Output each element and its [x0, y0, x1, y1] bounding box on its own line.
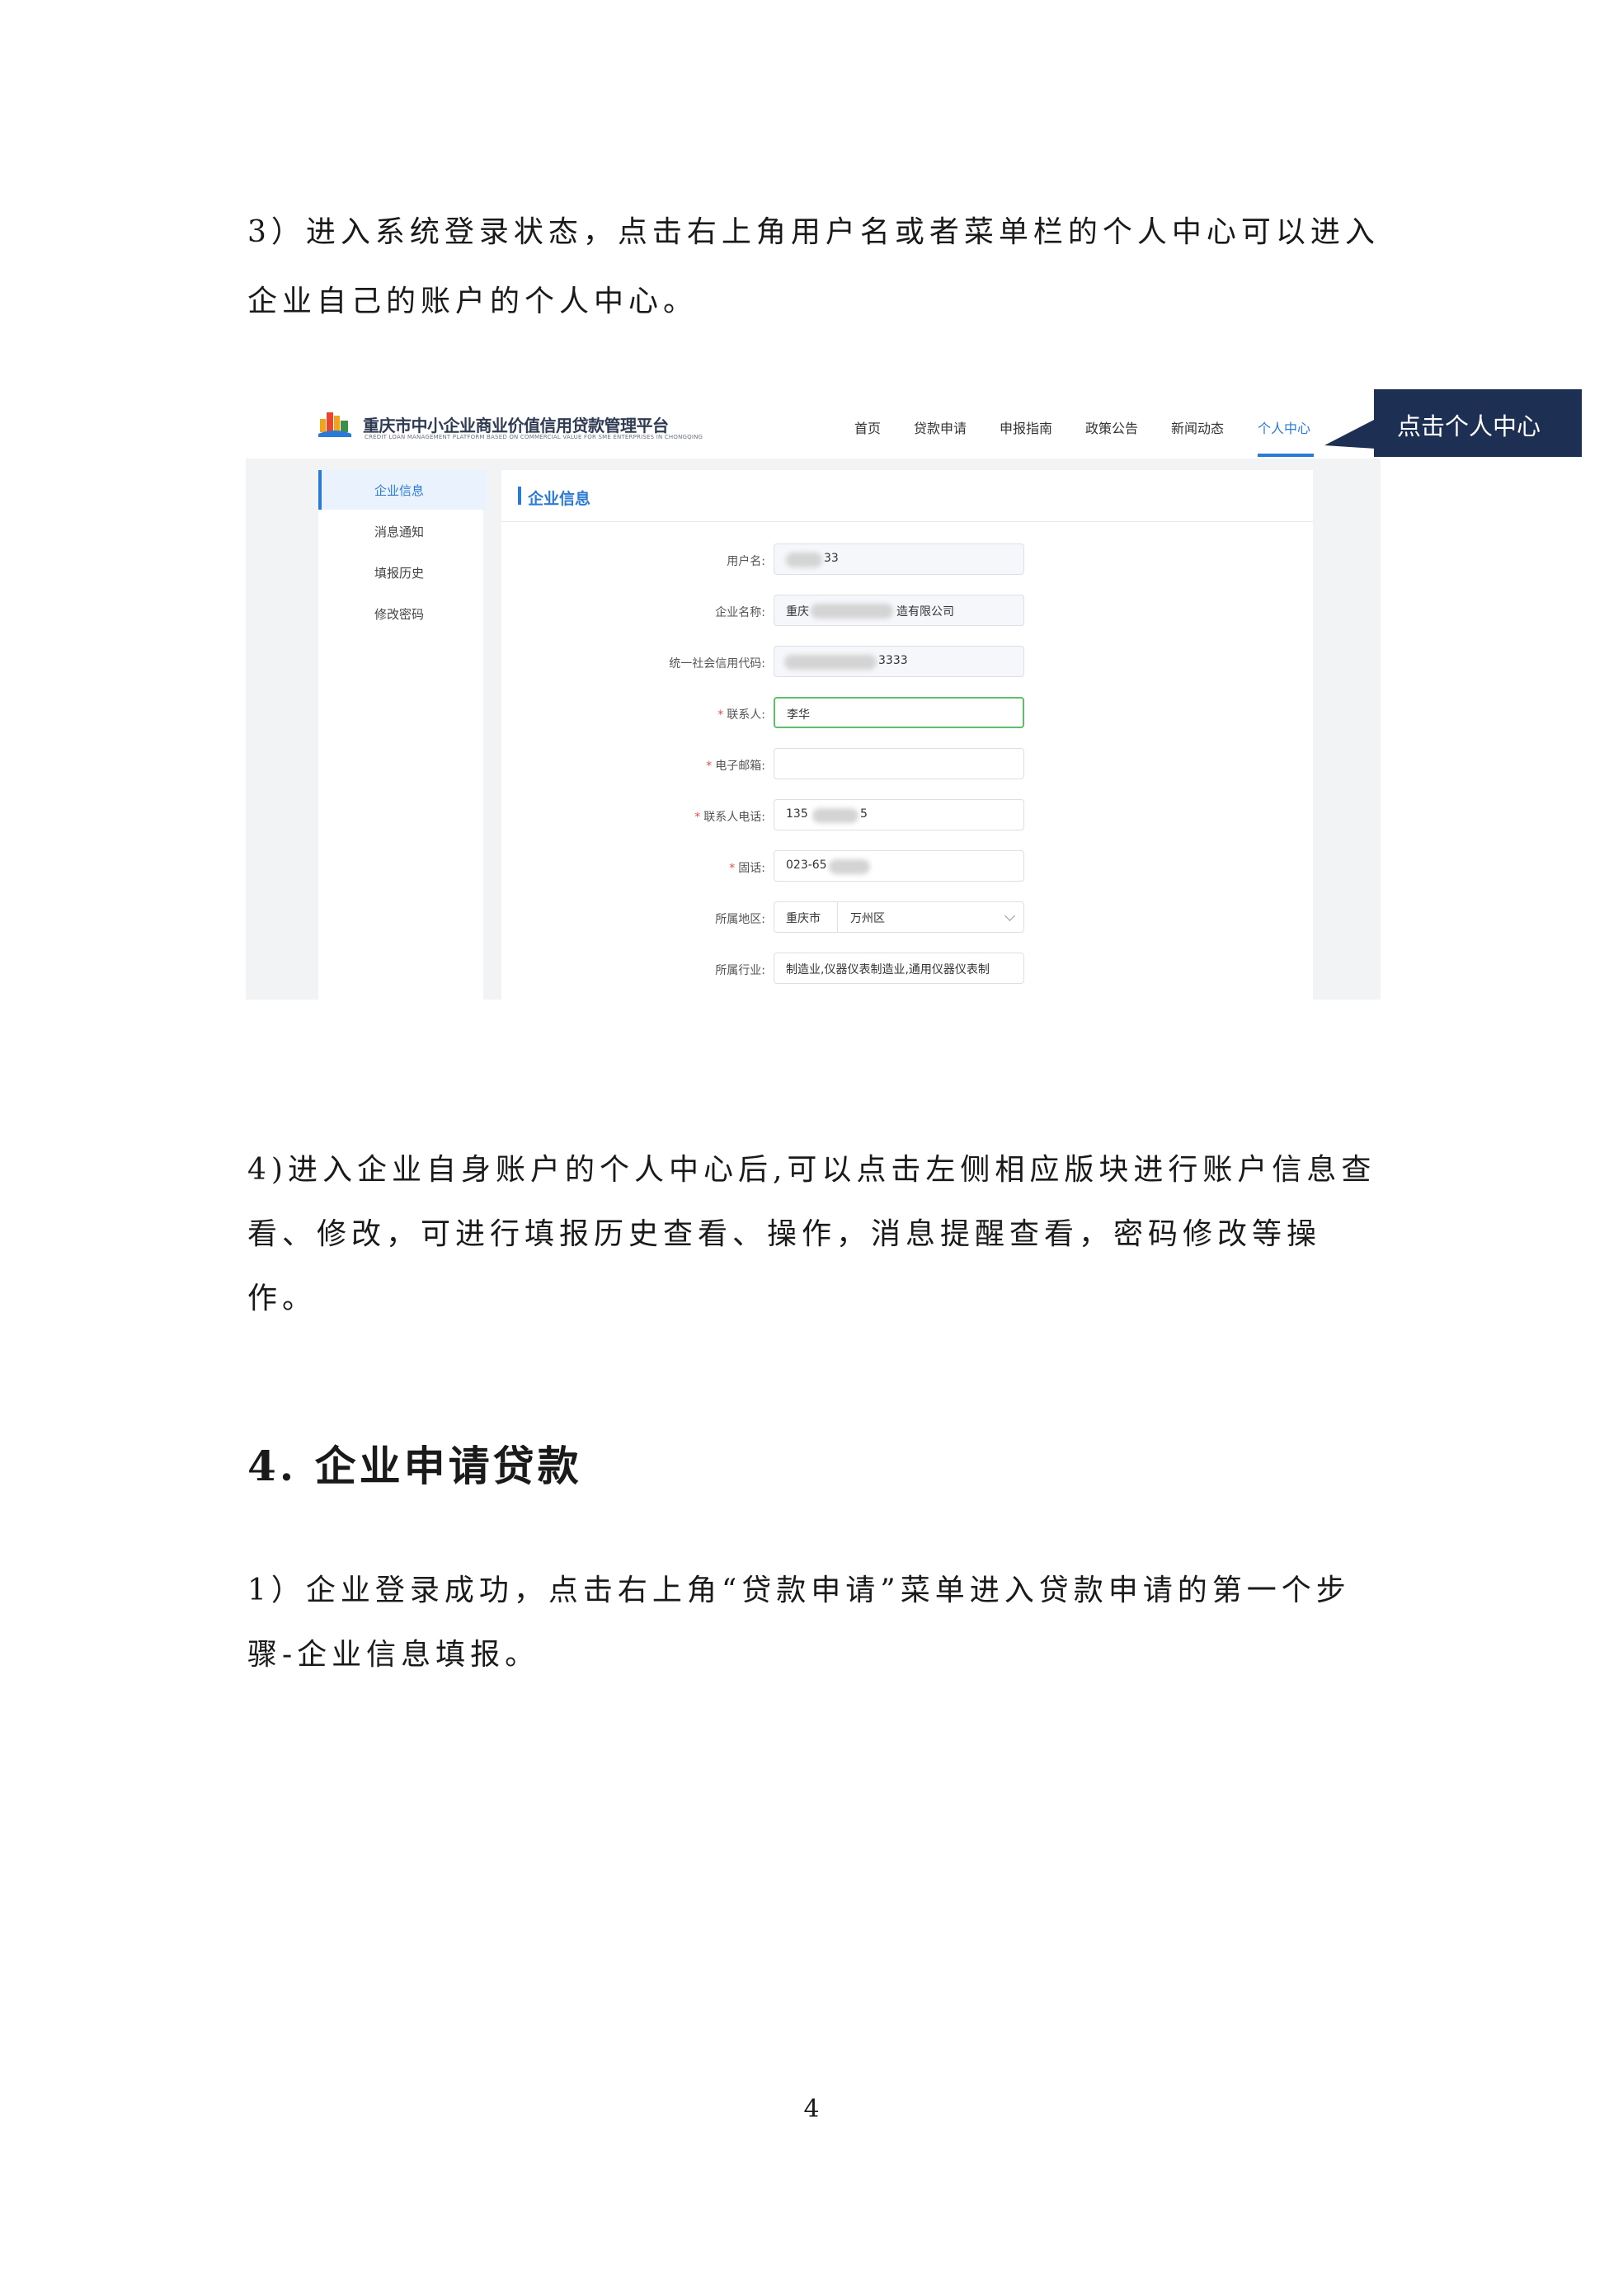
side-item-messages[interactable]: 消息通知: [318, 511, 483, 551]
region-select[interactable]: 重庆市 万州区: [774, 901, 1024, 933]
paragraph-step-4: 4)进入企业自身账户的个人中心后,可以点击左侧相应版块进行账户信息查看、修改，可…: [247, 1153, 1376, 1315]
callout-pointer-icon: [1324, 419, 1376, 449]
site-subtitle: CREDIT LOAN MANAGEMENT PLATFORM BASED ON…: [365, 434, 703, 440]
landline-label: * 固话:: [729, 862, 765, 875]
email-label: * 电子邮箱:: [706, 760, 765, 773]
company-name-field: 重庆 造有限公司: [774, 595, 1024, 626]
paragraph-loan-step-1: 1）企业登录成功，点击右上角“贷款申请”菜单进入贷款申请的第一个步骤-企业信息填…: [247, 1574, 1351, 1672]
side-item-password[interactable]: 修改密码: [318, 594, 483, 633]
contact-label: * 联系人:: [717, 708, 765, 722]
callout-box: 点击个人中心: [1374, 389, 1582, 457]
landline-input[interactable]: 023-65: [774, 850, 1024, 882]
site-title: 重庆市中小企业商业价值信用贷款管理平台: [363, 416, 669, 435]
paragraph-step-3: 3）进入系统登录状态，点击右上角用户名或者菜单栏的个人中心可以进入企业自己的账户…: [247, 215, 1380, 318]
chevron-down-icon: [1004, 910, 1015, 921]
side-item-history[interactable]: 填报历史: [318, 553, 483, 592]
nav-loan-apply[interactable]: 贷款申请: [914, 417, 967, 437]
side-item-label: 企业信息: [374, 483, 425, 498]
username-label: 用户名:: [727, 555, 765, 568]
region-label: 所属地区:: [715, 913, 765, 926]
side-item-label: 修改密码: [374, 607, 425, 622]
site-header: 重庆市中小企业商业价值信用贷款管理平台 CREDIT LOAN MANAGEME…: [246, 384, 1381, 459]
email-input[interactable]: [774, 748, 1024, 779]
region-district: 万州区: [850, 912, 885, 925]
industry-select[interactable]: 制造业,仪器仪表制造业,通用仪器仪表制: [774, 953, 1024, 984]
title-accent-bar: [518, 487, 521, 505]
nav-home[interactable]: 首页: [854, 417, 881, 437]
active-nav-underline: [1258, 454, 1314, 457]
panel-title-bar: 企业信息: [501, 470, 1313, 522]
side-item-company-info[interactable]: 企业信息: [318, 470, 487, 510]
username-field: 33: [774, 543, 1024, 575]
nav-personal-center[interactable]: 个人中心: [1258, 417, 1310, 437]
company-info-panel: 企业信息 用户名: 33 企业名称: 重庆 造有限公司 统一社会信用代码: 33…: [501, 470, 1313, 1000]
contact-input[interactable]: 李华: [774, 697, 1024, 728]
platform-screenshot: 重庆市中小企业商业价值信用贷款管理平台 CREDIT LOAN MANAGEME…: [246, 384, 1381, 1000]
phone-label: * 联系人电话:: [694, 811, 765, 824]
nav-news[interactable]: 新闻动态: [1171, 417, 1224, 437]
credit-code-field: 3333: [774, 646, 1024, 677]
page-number: 4: [803, 2095, 820, 2124]
city-logo-icon: [318, 412, 351, 437]
nav-guide[interactable]: 申报指南: [1000, 417, 1052, 437]
nav-policy[interactable]: 政策公告: [1085, 417, 1138, 437]
side-item-label: 消息通知: [374, 525, 425, 539]
section-heading: 4. 企业申请贷款: [247, 1442, 582, 1490]
side-item-label: 填报历史: [374, 566, 425, 581]
callout-text: 点击个人中心: [1397, 412, 1541, 440]
phone-input[interactable]: 135 5: [774, 799, 1024, 830]
industry-label: 所属行业:: [715, 964, 765, 977]
credit-code-label: 统一社会信用代码:: [669, 657, 765, 670]
company-name-label: 企业名称:: [715, 606, 765, 619]
panel-title: 企业信息: [528, 490, 591, 508]
region-city: 重庆市: [774, 902, 838, 932]
side-menu: 企业信息 消息通知 填报历史 修改密码: [318, 470, 487, 1000]
content-area: 企业信息 消息通知 填报历史 修改密码 企业信息 用户名: 33 企业名称: 重…: [246, 459, 1381, 1000]
